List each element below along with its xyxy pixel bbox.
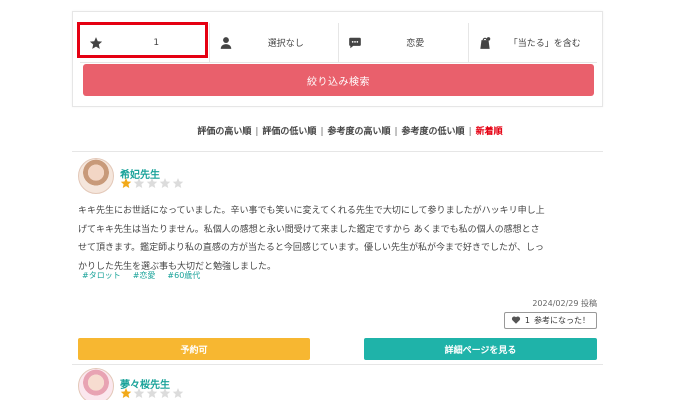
review-card: 夢々桜先生 [78,368,603,400]
helpful-label: 参考になった！ [534,316,590,325]
sort-separator: | [394,127,398,137]
filter-panel: 1 選択なし 恋愛 「当たる」を含む 絞り込み検索 [72,11,603,107]
rating-filter-value: 1 [153,37,160,48]
posted-date: 2024/02/29 投稿 [532,299,597,308]
genre-filter[interactable]: 恋愛 [339,23,469,62]
sort-option[interactable]: 参考度の高い順 [327,127,390,137]
sort-separator: | [320,127,324,137]
divider [72,151,603,152]
sort-separator: | [255,127,259,137]
person-filter[interactable]: 選択なし [210,23,339,62]
tag[interactable]: #恋愛 [133,270,156,281]
divider [72,364,603,365]
helpful-button[interactable]: 1 参考になった！ [503,312,597,329]
heart-icon [511,315,521,327]
star-empty-icon [172,387,184,399]
sort-separator: | [468,127,472,137]
sort-option[interactable]: 参考度の低い順 [402,127,465,137]
detail-page-button[interactable]: 詳細ページを見る [364,338,597,360]
review-line: げてキキ先生は当たりません。私個人の感想と永い間受けて来ました鑑定ですから あく… [78,224,540,235]
keyword-filter[interactable]: 「当たる」を含む [469,23,598,62]
star-empty-icon [146,177,158,189]
reserve-button[interactable]: 予約可 [78,338,310,360]
avatar[interactable] [78,368,114,400]
review-line: せて頂きます。鑑定師より私の直感の方が当たると今回感じています。優しい先生が私が… [78,243,544,253]
star-empty-icon [133,177,145,189]
tag[interactable]: #タロット [82,270,121,281]
sort-bar: 評価の高い順 | 評価の低い順 | 参考度の高い順 | 参考度の低い順 | 新着順 [0,124,700,137]
sort-option[interactable]: 評価の低い順 [262,127,316,137]
helpful-count: 1 [524,316,530,325]
sort-option[interactable]: 新着順 [476,127,503,137]
review-card: 希妃先生 キキ先生にお世話になっていました。辛い事でも笑いに変えてくれる先生で大… [78,158,603,360]
search-button[interactable]: 絞り込み検索 [83,64,594,96]
star-empty-icon [159,177,171,189]
person-filter-value: 選択なし [267,39,304,49]
genre-filter-value: 恋愛 [406,39,425,49]
sort-option[interactable]: 評価の高い順 [197,127,251,137]
rating-filter[interactable]: 1 [77,22,210,62]
star-empty-icon [172,177,184,189]
keyword-filter-value: 「当たる」を含む [508,39,581,49]
star-empty-icon [146,387,158,399]
tag-list: #タロット #恋愛 #60歳代 [82,270,200,281]
person-icon [218,35,234,51]
avatar[interactable] [78,158,114,194]
rating-stars [120,177,184,189]
bag-icon [477,35,493,51]
review-text: キキ先生にお世話になっていました。辛い事でも笑いに変えてくれる先生で大切にして参… [78,202,600,276]
review-line: キキ先生にお世話になっていました。辛い事でも笑いに変えてくれる先生で大切にして参… [78,206,545,216]
star-empty-icon [133,387,145,399]
star-filled-icon [120,177,132,189]
chat-bubble-icon [347,35,363,51]
star-icon [88,35,104,51]
star-empty-icon [159,387,171,399]
filter-row: 1 選択なし 恋愛 「当たる」を含む [77,22,598,63]
rating-stars [120,387,184,399]
tag[interactable]: #60歳代 [167,270,200,281]
star-filled-icon [120,387,132,399]
